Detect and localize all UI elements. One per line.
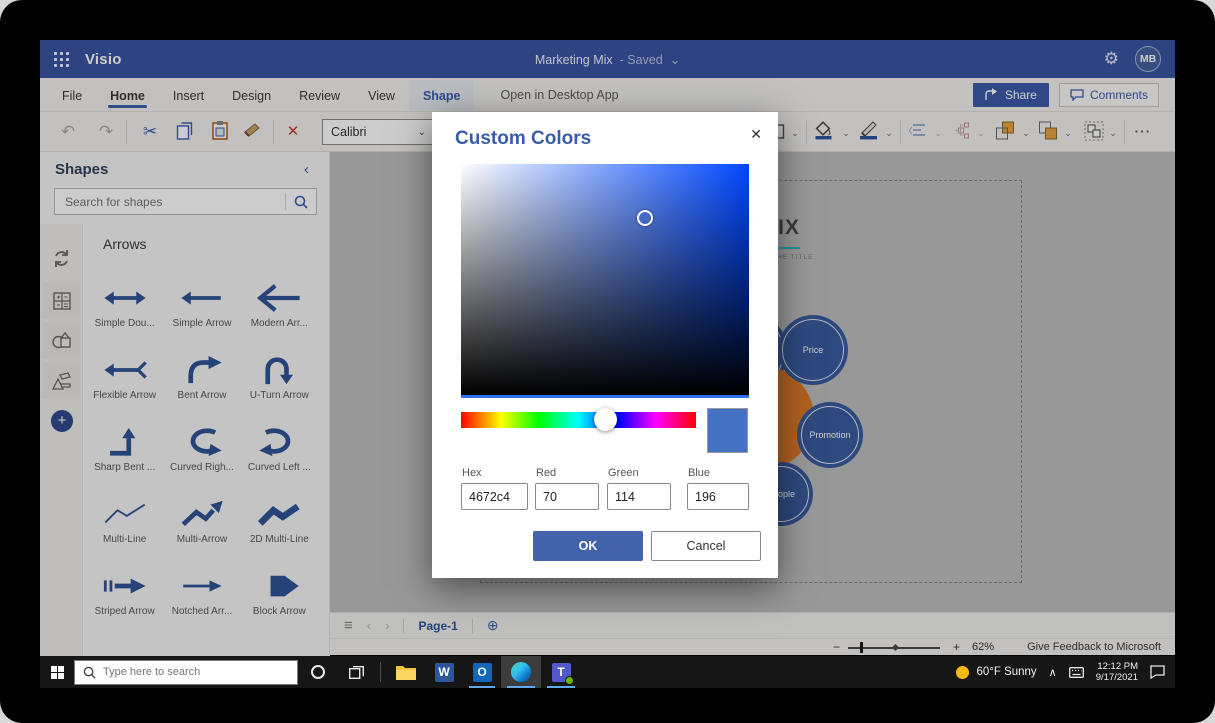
search-icon	[83, 666, 96, 679]
teams-button[interactable]: T	[541, 656, 581, 688]
word-icon: W	[435, 663, 454, 682]
edge-button[interactable]	[501, 656, 541, 688]
color-picker-cursor[interactable]	[637, 210, 653, 226]
custom-colors-dialog: Custom Colors ✕ Hex Red Green Blue OK Ca…	[432, 112, 778, 578]
taskbar-clock[interactable]: 12:12 PM 9/17/2021	[1096, 661, 1138, 683]
file-explorer-button[interactable]	[387, 656, 425, 688]
hex-label: Hex	[462, 467, 482, 479]
folder-icon	[396, 664, 416, 680]
task-view-button[interactable]	[338, 656, 374, 688]
outlook-button[interactable]: O	[463, 656, 501, 688]
windows-logo-icon	[51, 666, 64, 679]
close-icon[interactable]: ✕	[746, 122, 766, 147]
windows-taskbar: W O T 60°F Sunny ∧ 12:12 PM 9/17/2021	[40, 656, 1175, 688]
saturation-value-picker[interactable]	[461, 164, 749, 398]
sun-icon	[956, 666, 969, 679]
word-button[interactable]: W	[425, 656, 463, 688]
taskbar-search-input[interactable]	[103, 666, 289, 678]
blue-field[interactable]	[687, 483, 749, 510]
edge-icon	[511, 662, 531, 682]
task-view-icon	[349, 666, 364, 679]
green-label: Green	[608, 467, 639, 479]
cancel-button[interactable]: Cancel	[651, 531, 761, 561]
touch-keyboard-icon[interactable]	[1069, 667, 1084, 678]
green-field[interactable]	[607, 483, 671, 510]
hue-slider-thumb[interactable]	[594, 408, 617, 431]
hex-field[interactable]	[461, 483, 528, 510]
red-label: Red	[536, 467, 556, 479]
start-button[interactable]	[40, 656, 74, 688]
teams-icon: T	[552, 663, 571, 682]
blue-label: Blue	[688, 467, 710, 479]
selected-color-swatch	[707, 408, 748, 453]
cortana-button[interactable]	[298, 656, 338, 688]
clock-date: 9/17/2021	[1096, 672, 1138, 683]
hue-slider[interactable]	[461, 412, 696, 428]
show-hidden-icons-chevron[interactable]: ∧	[1049, 666, 1057, 679]
dialog-title: Custom Colors	[455, 128, 591, 150]
red-field[interactable]	[535, 483, 599, 510]
action-center-icon[interactable]	[1150, 665, 1165, 679]
cortana-icon	[311, 665, 325, 679]
taskbar-search-box[interactable]	[74, 660, 298, 685]
screen-frame: Visio Marketing Mix - Saved ⌄ ⚙ MB File …	[0, 0, 1215, 723]
outlook-icon: O	[473, 663, 492, 682]
ok-button[interactable]: OK	[533, 531, 643, 561]
clock-time: 12:12 PM	[1096, 661, 1138, 672]
taskbar-weather[interactable]: 60°F Sunny	[956, 666, 1036, 679]
